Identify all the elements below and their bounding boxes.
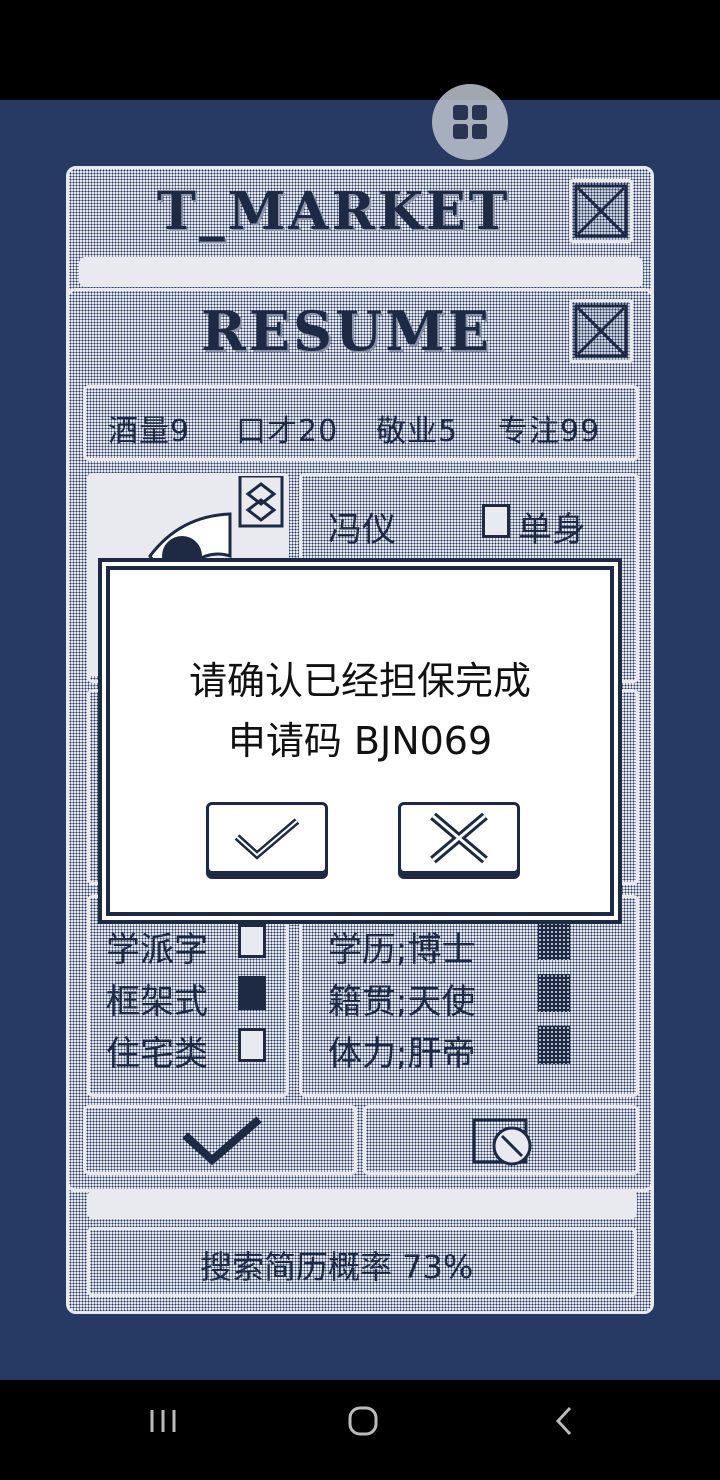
back-icon[interactable]	[548, 1402, 582, 1440]
dialog-message: 请确认已经担保完成	[188, 659, 531, 703]
search-rate-bar[interactable]: 搜索简历概率 73%	[87, 1227, 637, 1297]
stat-focus: 专注99	[498, 414, 601, 449]
check-icon	[182, 1116, 262, 1166]
resume-reject-button[interactable]	[363, 1105, 639, 1175]
search-rate-text: 搜索简历概率 73%	[200, 1248, 474, 1286]
market-title: T_MARKET	[157, 181, 511, 242]
resume-accept-button[interactable]	[83, 1105, 357, 1175]
system-nav-bar	[0, 1380, 720, 1480]
market-inner-strip	[79, 257, 643, 287]
skill-row-3: 住宅类	[106, 1034, 208, 1074]
profile-stamina: 体力;肝帝	[328, 1034, 476, 1074]
profile-education: 学历;博士	[328, 930, 476, 970]
market-close-button[interactable]	[569, 179, 633, 243]
stats-bar: 酒量9 口才20 敬业5 专注99	[83, 385, 639, 461]
candidate-name: 冯仪	[328, 510, 396, 550]
status-icon	[482, 504, 510, 538]
skill-row-2: 框架式	[106, 982, 208, 1022]
dialog-code: 申请码 BJN069	[227, 719, 493, 763]
skill-icon-1	[238, 924, 266, 958]
dialog-confirm-button[interactable]	[206, 802, 328, 874]
resume-title: RESUME	[201, 299, 493, 363]
recents-icon[interactable]	[146, 1404, 180, 1438]
origin-meter	[538, 974, 570, 1012]
marital-status: 单身	[518, 510, 586, 550]
grid-icon	[453, 105, 487, 139]
trash-icon	[472, 1118, 532, 1166]
market-lower-strip	[87, 1191, 637, 1219]
resume-close-button[interactable]	[569, 299, 633, 363]
close-icon	[574, 184, 628, 238]
skills-card: 学派字 框架式 住宅类	[87, 895, 289, 1097]
skill-icon-2	[238, 976, 266, 1010]
education-meter	[538, 922, 570, 960]
skill-icon-3	[238, 1028, 266, 1062]
x-icon	[430, 812, 488, 864]
home-icon[interactable]	[344, 1402, 382, 1440]
stat-dedication: 敬业5	[376, 414, 459, 449]
profile-origin: 籍贯;天使	[328, 982, 476, 1022]
close-icon	[574, 304, 628, 358]
stamina-meter	[538, 1026, 570, 1064]
dialog-cancel-button[interactable]	[398, 802, 520, 874]
stat-eloquence: 口才20	[236, 414, 339, 449]
check-icon	[234, 818, 300, 860]
profile-card: 学历;博士 籍贯;天使 体力;肝帝	[299, 895, 639, 1097]
stat-drink: 酒量9	[108, 414, 191, 449]
skill-row-1: 学派字	[106, 930, 208, 970]
floating-menu-button[interactable]	[432, 84, 508, 160]
confirm-dialog: 请确认已经担保完成 申请码 BJN069	[102, 562, 618, 920]
